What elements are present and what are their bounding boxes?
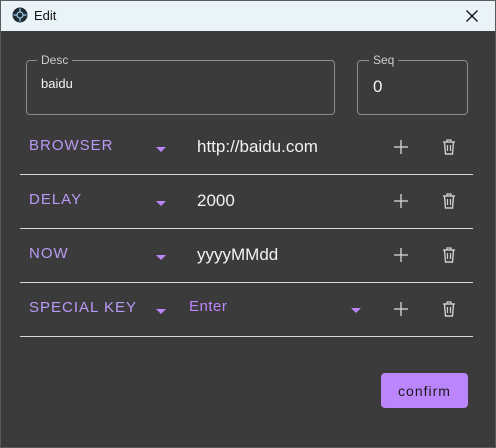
- app-icon: [12, 7, 28, 23]
- desc-field[interactable]: Desc baidu: [26, 53, 335, 115]
- action-row: NOW yyyyMMdd: [20, 228, 473, 283]
- action-row: BROWSER http://baidu.com: [20, 120, 473, 175]
- title-bar: Edit: [1, 1, 495, 31]
- type-select-caret-icon: [156, 255, 166, 260]
- type-select-caret-icon: [156, 309, 166, 314]
- close-icon: [466, 10, 478, 22]
- trash-icon[interactable]: [437, 135, 461, 159]
- value-input[interactable]: 2000: [197, 191, 235, 211]
- confirm-button[interactable]: confirm: [381, 373, 468, 408]
- add-icon[interactable]: [389, 243, 413, 267]
- edit-dialog: Desc baidu Seq 0 BROWSER http://baidu.co…: [5, 31, 491, 443]
- desc-label: Desc: [37, 53, 73, 67]
- trash-icon[interactable]: [437, 297, 461, 321]
- seq-label: Seq: [369, 53, 399, 67]
- add-icon[interactable]: [389, 189, 413, 213]
- type-select-caret-icon: [156, 147, 166, 152]
- seq-value: 0: [373, 77, 383, 96]
- window-title: Edit: [34, 8, 57, 23]
- trash-icon[interactable]: [437, 189, 461, 213]
- key-select-caret-icon: [351, 308, 361, 313]
- add-icon[interactable]: [389, 297, 413, 321]
- type-select-caret-icon: [156, 201, 166, 206]
- type-select-value: NOW: [29, 245, 69, 262]
- value-input[interactable]: yyyyMMdd: [197, 245, 278, 265]
- desc-value: baidu: [41, 76, 73, 91]
- seq-field[interactable]: Seq 0: [357, 53, 468, 115]
- key-select-value: Enter: [189, 298, 228, 315]
- edit-window: Edit Desc baidu Seq 0 BROWSER http://bai…: [0, 0, 496, 448]
- type-select-value: SPECIAL KEY: [29, 299, 137, 316]
- trash-icon[interactable]: [437, 243, 461, 267]
- type-select-value: DELAY: [29, 191, 83, 208]
- action-row: SPECIAL KEY Enter: [20, 282, 473, 337]
- close-button[interactable]: [449, 1, 495, 31]
- action-row: DELAY 2000: [20, 174, 473, 229]
- add-icon[interactable]: [389, 135, 413, 159]
- value-input[interactable]: http://baidu.com: [197, 137, 318, 157]
- type-select-value: BROWSER: [29, 137, 114, 154]
